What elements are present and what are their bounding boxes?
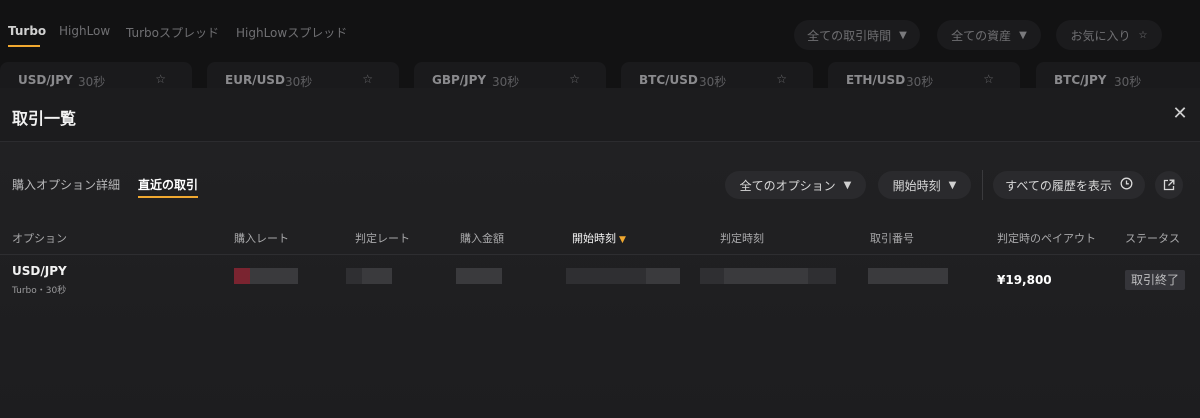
external-link-button[interactable]: [1155, 171, 1183, 199]
chevron-down-icon: ▼: [948, 179, 957, 191]
pair-name: USD/JPY: [18, 73, 73, 87]
modal-header: 取引一覧 ✕: [0, 88, 1200, 142]
status-badge: 取引終了: [1125, 270, 1186, 290]
redacted-judgment-rate: [362, 268, 392, 284]
star-icon: ☆: [1138, 29, 1148, 41]
redacted-purchase-rate-marker: [234, 268, 250, 284]
star-icon[interactable]: ☆: [155, 72, 166, 86]
favorites-filter-label: お気に入り: [1070, 28, 1131, 43]
row-pair: USD/JPY: [12, 264, 67, 278]
col-purchase-amount: 購入金額: [460, 232, 504, 245]
star-icon[interactable]: ☆: [569, 72, 580, 86]
options-filter-dropdown[interactable]: 全てのオプション ▼: [725, 171, 866, 199]
assets-filter[interactable]: 全ての資産 ▼: [937, 20, 1041, 50]
clock-icon: [1120, 177, 1133, 193]
trading-time-filter-label: 全ての取引時間: [807, 28, 892, 43]
redacted-judgment-time: [724, 268, 808, 284]
header-divider: [0, 254, 1200, 255]
tab-recent-trades[interactable]: 直近の取引: [138, 176, 198, 193]
star-icon[interactable]: ☆: [983, 72, 994, 86]
close-icon[interactable]: ✕: [1170, 104, 1190, 124]
chevron-down-icon: ▼: [899, 29, 907, 41]
trade-list-modal: 取引一覧 ✕ 購入オプション詳細 直近の取引 全てのオプション ▼ 開始時刻 ▼…: [0, 88, 1200, 418]
col-option: オプション: [12, 232, 67, 245]
redacted-start-time: [646, 268, 680, 284]
star-icon[interactable]: ☆: [362, 72, 373, 86]
active-tab-indicator: [8, 45, 40, 47]
modal-title: 取引一覧: [12, 109, 77, 128]
chevron-down-icon: ▼: [843, 179, 852, 191]
redacted-purchase-amount: [456, 268, 502, 284]
col-start-time-label: 開始時刻: [572, 232, 616, 245]
external-link-icon: [1163, 176, 1175, 195]
favorites-filter[interactable]: お気に入り ☆: [1056, 20, 1162, 50]
divider: [982, 170, 983, 200]
trading-time-filter[interactable]: 全ての取引時間 ▼: [794, 20, 920, 50]
pair-name: BTC/JPY: [1054, 73, 1107, 87]
col-judgment-time: 判定時刻: [720, 232, 764, 245]
col-trade-number: 取引番号: [870, 232, 914, 245]
tab-highlow[interactable]: HighLow: [59, 24, 110, 38]
redacted-judgment-time: [700, 268, 724, 284]
tab-highlow-spread[interactable]: HighLowスプレッド: [236, 24, 347, 41]
col-purchase-rate: 購入レート: [234, 232, 289, 245]
pair-name: BTC/USD: [639, 73, 698, 87]
start-time-filter-label: 開始時刻: [892, 178, 941, 193]
redacted-purchase-rate: [250, 268, 298, 284]
redacted-trade-number: [868, 268, 948, 284]
redacted-judgment-rate: [346, 268, 362, 284]
tab-turbo[interactable]: Turbo: [8, 24, 46, 38]
show-all-history-button[interactable]: すべての履歴を表示: [993, 171, 1145, 199]
row-payout: ¥19,800: [997, 273, 1052, 287]
table-row[interactable]: USD/JPY Turbo・30秒 ¥19,800 取引終了: [0, 256, 1200, 306]
sort-caret-icon: ▼: [619, 235, 626, 245]
active-tab-indicator: [138, 196, 198, 198]
pair-name: ETH/USD: [846, 73, 906, 87]
col-judgment-rate: 判定レート: [355, 232, 410, 245]
background-app: Turbo HighLow Turboスプレッド HighLowスプレッド 全て…: [0, 0, 1200, 92]
start-time-filter-dropdown[interactable]: 開始時刻 ▼: [878, 171, 971, 199]
redacted-start-time: [566, 268, 646, 284]
chevron-down-icon: ▼: [1019, 29, 1027, 41]
assets-filter-label: 全ての資産: [951, 28, 1012, 43]
tab-purchase-option-details[interactable]: 購入オプション詳細: [12, 176, 120, 193]
row-option-type: Turbo・30秒: [12, 286, 67, 296]
col-status: ステータス: [1125, 232, 1180, 245]
star-icon[interactable]: ☆: [776, 72, 787, 86]
pair-name: EUR/USD: [225, 73, 285, 87]
col-payout: 判定時のペイアウト: [997, 232, 1096, 245]
pair-name: GBP/JPY: [432, 73, 487, 87]
options-filter-label: 全てのオプション: [739, 178, 836, 193]
tab-turbo-spread[interactable]: Turboスプレッド: [126, 24, 219, 41]
col-start-time[interactable]: 開始時刻 ▼: [572, 230, 626, 246]
show-all-history-label: すべての履歴を表示: [1005, 178, 1112, 193]
redacted-judgment-time: [808, 268, 836, 284]
product-tabs: Turbo HighLow Turboスプレッド HighLowスプレッド 全て…: [0, 0, 1200, 64]
